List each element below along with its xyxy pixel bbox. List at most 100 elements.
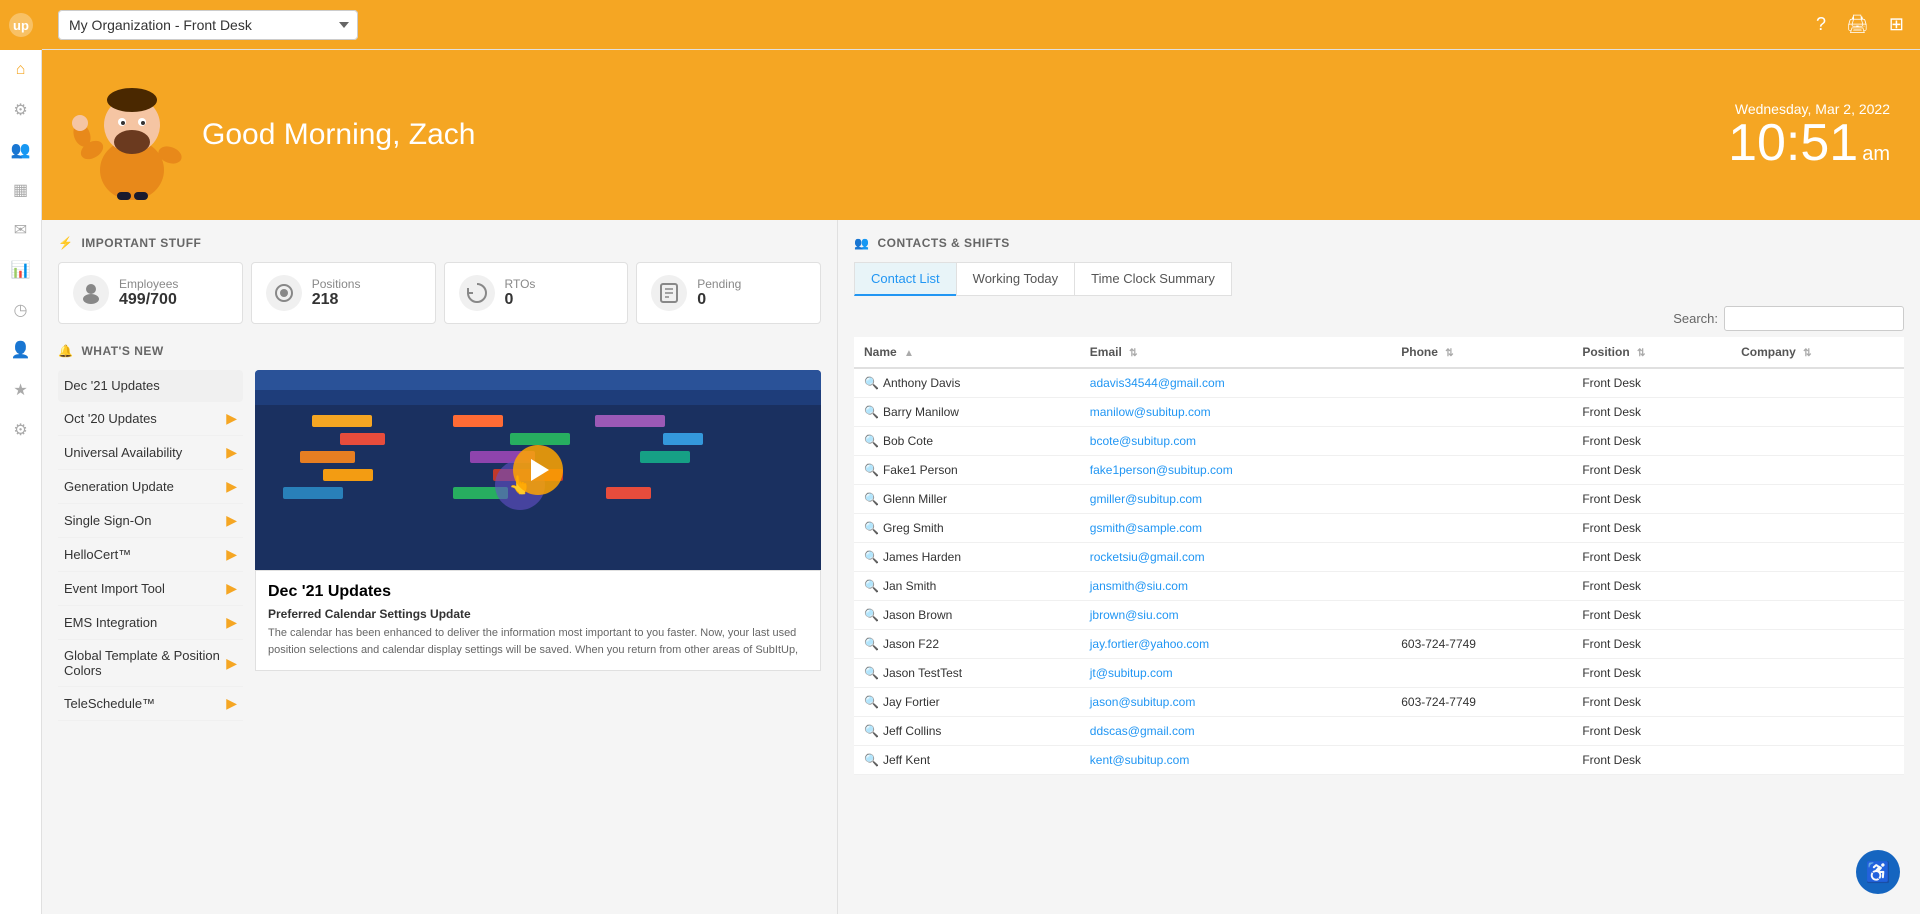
table-row[interactable]: 🔍Jason Brown jbrown@siu.com Front Desk bbox=[854, 601, 1904, 630]
news-item-sso[interactable]: Single Sign-On ▶ bbox=[58, 504, 243, 538]
col-company[interactable]: Company ⇅ bbox=[1731, 337, 1904, 368]
pending-card[interactable]: Pending 0 bbox=[636, 262, 821, 324]
col-email[interactable]: Email ⇅ bbox=[1080, 337, 1391, 368]
col-name[interactable]: Name ▲ bbox=[854, 337, 1080, 368]
cell-position-6: Front Desk bbox=[1572, 543, 1731, 572]
cell-email-3: fake1person@subitup.com bbox=[1080, 456, 1391, 485]
org-selector[interactable]: My Organization - Front Desk bbox=[58, 10, 358, 40]
news-video: 👆 Dec '21 Updates Preferred Calendar Set… bbox=[255, 370, 821, 721]
search-contact-icon-9[interactable]: 🔍 bbox=[864, 637, 879, 651]
person-icon[interactable]: 👤 bbox=[0, 330, 42, 370]
table-row[interactable]: 🔍Greg Smith gsmith@sample.com Front Desk bbox=[854, 514, 1904, 543]
rtos-label: RTOs bbox=[505, 277, 536, 291]
sidebar: up ⌂ ⚙ 👥 ▦ ✉ 📊 ◷ 👤 ★ ⚙ bbox=[0, 0, 42, 914]
email-link-12[interactable]: ddscas@gmail.com bbox=[1090, 724, 1195, 738]
rtos-card[interactable]: RTOs 0 bbox=[444, 262, 629, 324]
news-item-hellocert[interactable]: HelloCert™ ▶ bbox=[58, 538, 243, 572]
news-item-oct20[interactable]: Oct '20 Updates ▶ bbox=[58, 402, 243, 436]
email-link-3[interactable]: fake1person@subitup.com bbox=[1090, 463, 1233, 477]
table-row[interactable]: 🔍Jason F22 jay.fortier@yahoo.com 603-724… bbox=[854, 630, 1904, 659]
cell-phone-1 bbox=[1391, 398, 1572, 427]
search-contact-icon-11[interactable]: 🔍 bbox=[864, 695, 879, 709]
chart-icon[interactable]: 📊 bbox=[0, 250, 42, 290]
contact-tbody: 🔍Anthony Davis adavis34544@gmail.com Fro… bbox=[854, 368, 1904, 775]
table-row[interactable]: 🔍Fake1 Person fake1person@subitup.com Fr… bbox=[854, 456, 1904, 485]
table-row[interactable]: 🔍Bob Cote bcote@subitup.com Front Desk bbox=[854, 427, 1904, 456]
col-position[interactable]: Position ⇅ bbox=[1572, 337, 1731, 368]
employees-card[interactable]: Employees 499/700 bbox=[58, 262, 243, 324]
clock-icon[interactable]: ◷ bbox=[0, 290, 42, 330]
email-link-10[interactable]: jt@subitup.com bbox=[1090, 666, 1173, 680]
search-contact-icon-8[interactable]: 🔍 bbox=[864, 608, 879, 622]
print-icon[interactable]: 🖨 bbox=[1846, 14, 1869, 35]
cell-name-8: 🔍Jason Brown bbox=[854, 601, 1080, 630]
search-contact-icon-5[interactable]: 🔍 bbox=[864, 521, 879, 535]
search-row: Search: bbox=[854, 306, 1904, 331]
hero-datetime: Wednesday, Mar 2, 2022 10:51 am bbox=[1728, 101, 1890, 169]
users-icon[interactable]: 👥 bbox=[0, 130, 42, 170]
table-row[interactable]: 🔍Jay Fortier jason@subitup.com 603-724-7… bbox=[854, 688, 1904, 717]
accessibility-button[interactable]: ♿ bbox=[1856, 850, 1900, 894]
app-logo[interactable]: up bbox=[0, 0, 42, 50]
email-link-6[interactable]: rocketsiu@gmail.com bbox=[1090, 550, 1205, 564]
email-link-13[interactable]: kent@subitup.com bbox=[1090, 753, 1190, 767]
email-link-0[interactable]: adavis34544@gmail.com bbox=[1090, 376, 1225, 390]
news-item-eventimport[interactable]: Event Import Tool ▶ bbox=[58, 572, 243, 606]
email-link-8[interactable]: jbrown@siu.com bbox=[1090, 608, 1179, 622]
table-row[interactable]: 🔍Glenn Miller gmiller@subitup.com Front … bbox=[854, 485, 1904, 514]
envelope-icon[interactable]: ✉ bbox=[0, 210, 42, 250]
email-link-11[interactable]: jason@subitup.com bbox=[1090, 695, 1196, 709]
email-link-1[interactable]: manilow@subitup.com bbox=[1090, 405, 1211, 419]
star-icon[interactable]: ★ bbox=[0, 370, 42, 410]
news-item-universal[interactable]: Universal Availability ▶ bbox=[58, 436, 243, 470]
tab-time-clock[interactable]: Time Clock Summary bbox=[1074, 262, 1232, 296]
search-contact-icon-3[interactable]: 🔍 bbox=[864, 463, 879, 477]
search-contact-icon-0[interactable]: 🔍 bbox=[864, 376, 879, 390]
table-row[interactable]: 🔍Barry Manilow manilow@subitup.com Front… bbox=[854, 398, 1904, 427]
table-row[interactable]: 🔍Jeff Kent kent@subitup.com Front Desk bbox=[854, 746, 1904, 775]
col-phone[interactable]: Phone ⇅ bbox=[1391, 337, 1572, 368]
news-item-ems[interactable]: EMS Integration ▶ bbox=[58, 606, 243, 640]
grid-icon[interactable]: ⊞ bbox=[1889, 14, 1904, 35]
cell-phone-9: 603-724-7749 bbox=[1391, 630, 1572, 659]
home-icon[interactable]: ⌂ bbox=[0, 50, 42, 90]
settings2-icon[interactable]: ⚙ bbox=[0, 410, 42, 450]
news-item-globaltemplate[interactable]: Global Template & Position Colors ▶ bbox=[58, 640, 243, 687]
table-row[interactable]: 🔍Jan Smith jansmith@siu.com Front Desk bbox=[854, 572, 1904, 601]
video-desc: Dec '21 Updates Preferred Calendar Setti… bbox=[255, 570, 821, 671]
search-contact-icon-2[interactable]: 🔍 bbox=[864, 434, 879, 448]
video-thumbnail[interactable]: 👆 bbox=[255, 370, 821, 570]
email-link-4[interactable]: gmiller@subitup.com bbox=[1090, 492, 1202, 506]
news-item-teleschedule[interactable]: TeleSchedule™ ▶ bbox=[58, 687, 243, 721]
search-contact-icon-4[interactable]: 🔍 bbox=[864, 492, 879, 506]
tab-contact-list[interactable]: Contact List bbox=[854, 262, 956, 296]
table-row[interactable]: 🔍Jeff Collins ddscas@gmail.com Front Des… bbox=[854, 717, 1904, 746]
help-icon[interactable]: ? bbox=[1816, 14, 1826, 35]
video-play-button[interactable] bbox=[513, 445, 563, 495]
tab-working-today[interactable]: Working Today bbox=[956, 262, 1075, 296]
cell-company-0 bbox=[1731, 368, 1904, 398]
search-contact-icon-13[interactable]: 🔍 bbox=[864, 753, 879, 767]
table-row[interactable]: 🔍Jason TestTest jt@subitup.com Front Des… bbox=[854, 659, 1904, 688]
search-contact-icon-6[interactable]: 🔍 bbox=[864, 550, 879, 564]
cell-name-7: 🔍Jan Smith bbox=[854, 572, 1080, 601]
email-link-9[interactable]: jay.fortier@yahoo.com bbox=[1090, 637, 1209, 651]
email-link-2[interactable]: bcote@subitup.com bbox=[1090, 434, 1196, 448]
calendar-icon[interactable]: ▦ bbox=[0, 170, 42, 210]
table-row[interactable]: 🔍Anthony Davis adavis34544@gmail.com Fro… bbox=[854, 368, 1904, 398]
table-row[interactable]: 🔍James Harden rocketsiu@gmail.com Front … bbox=[854, 543, 1904, 572]
email-link-5[interactable]: gsmith@sample.com bbox=[1090, 521, 1202, 535]
search-contact-icon-7[interactable]: 🔍 bbox=[864, 579, 879, 593]
search-contact-icon-10[interactable]: 🔍 bbox=[864, 666, 879, 680]
search-contact-icon-1[interactable]: 🔍 bbox=[864, 405, 879, 419]
search-contact-icon-12[interactable]: 🔍 bbox=[864, 724, 879, 738]
news-item-generation[interactable]: Generation Update ▶ bbox=[58, 470, 243, 504]
news-item-dec21[interactable]: Dec '21 Updates bbox=[58, 370, 243, 402]
cell-phone-12 bbox=[1391, 717, 1572, 746]
search-input[interactable] bbox=[1724, 306, 1904, 331]
cell-position-5: Front Desk bbox=[1572, 514, 1731, 543]
employees-label: Employees bbox=[119, 277, 178, 291]
email-link-7[interactable]: jansmith@siu.com bbox=[1090, 579, 1188, 593]
positions-card[interactable]: Positions 218 bbox=[251, 262, 436, 324]
gear-icon[interactable]: ⚙ bbox=[0, 90, 42, 130]
